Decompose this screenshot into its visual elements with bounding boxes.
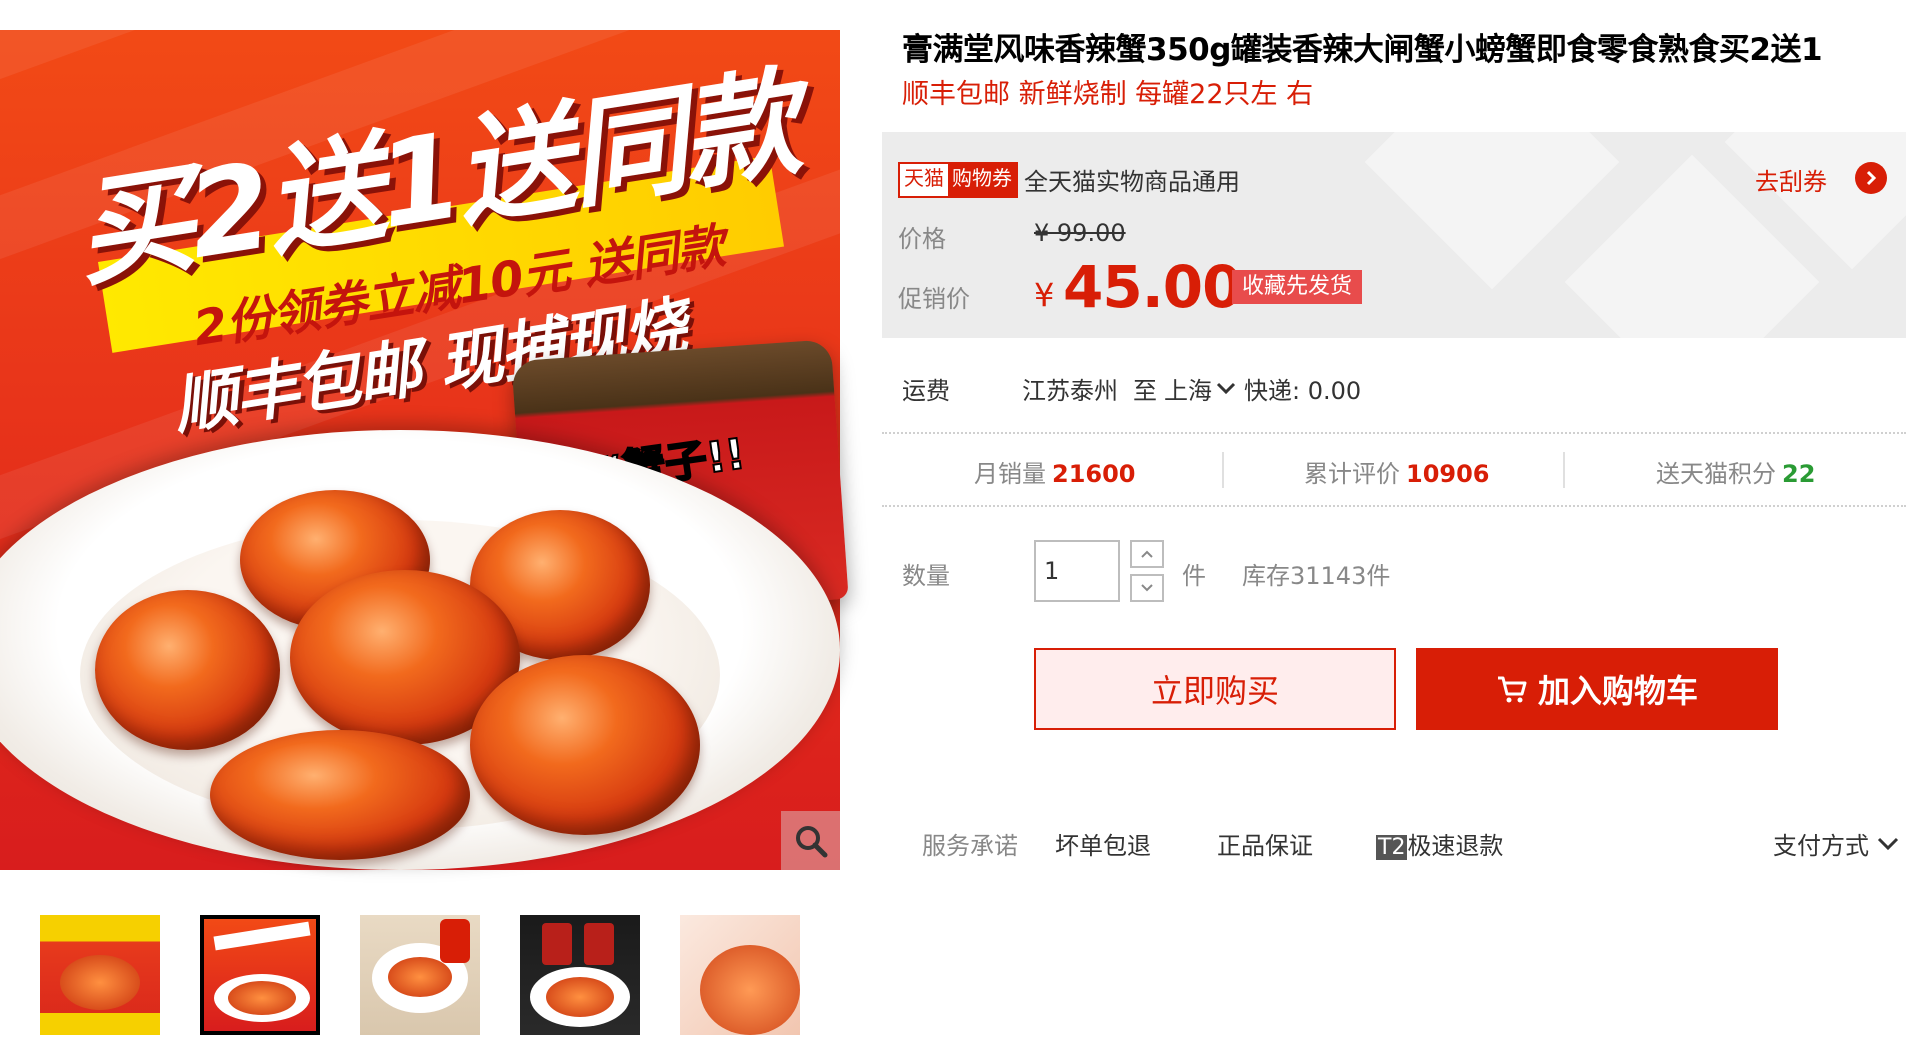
coupon-description: 全天猫实物商品通用 <box>1024 168 1240 196</box>
quantity-increase-button[interactable] <box>1130 540 1164 568</box>
promo-price-label: 促销价 <box>898 285 970 313</box>
monthly-sales-label: 月销量 <box>974 460 1046 488</box>
t2-badge: T2 <box>1376 835 1408 860</box>
points-label: 送天猫积分 <box>1656 460 1776 488</box>
thumbnail-5[interactable] <box>680 915 800 1035</box>
divider <box>882 505 1906 507</box>
express-fee: 快递: 0.00 <box>1244 377 1362 405</box>
product-title: 膏满堂风味香辣蟹350g罐装香辣大闸蟹小螃蟹即食零食熟食买2送1 <box>902 32 1823 68</box>
payment-methods-label: 支付方式 <box>1773 832 1869 860</box>
chevron-down-icon <box>1141 584 1153 592</box>
quantity-decrease-button[interactable] <box>1130 574 1164 602</box>
buy-now-label: 立即购买 <box>1150 672 1279 710</box>
shipping-destination-select[interactable]: 上海 <box>1164 371 1236 406</box>
fast-refund-label: 极速退款 <box>1407 832 1504 860</box>
reviews-label: 累计评价 <box>1304 460 1400 488</box>
crab <box>210 730 470 860</box>
badge-coupon: 购物券 <box>948 164 1016 196</box>
cart-icon <box>1497 676 1527 703</box>
chevron-down-icon <box>1216 382 1236 394</box>
thumbnail-1[interactable] <box>40 915 160 1035</box>
payment-methods-toggle[interactable]: 支付方式 <box>1773 826 1899 861</box>
thumbnail-2[interactable] <box>200 915 320 1035</box>
add-to-cart-label: 加入购物车 <box>1537 672 1698 710</box>
chevron-down-icon <box>1877 837 1899 850</box>
service-bad-return[interactable]: 坏单包退 <box>1055 826 1151 861</box>
crab <box>470 655 700 835</box>
chevron-right-icon[interactable] <box>1855 162 1887 194</box>
buy-now-button[interactable]: 立即购买 <box>1034 648 1396 730</box>
shipping-label: 运费 <box>902 377 950 405</box>
crab <box>95 590 280 750</box>
shipping-destination: 上海 <box>1164 377 1212 405</box>
monthly-sales-value: 21600 <box>1052 460 1136 488</box>
currency-symbol: ¥ <box>1034 276 1055 314</box>
price-label: 价格 <box>898 225 946 253</box>
thumbnail-4[interactable] <box>520 915 640 1035</box>
product-subtitle: 顺丰包邮 新鲜烧制 每罐22只左 右 <box>902 79 1314 110</box>
quantity-input[interactable] <box>1034 540 1120 602</box>
add-to-cart-button[interactable]: 加入购物车 <box>1416 648 1778 730</box>
zoom-button[interactable] <box>781 811 840 870</box>
divider <box>882 432 1906 434</box>
quantity-unit: 件 <box>1182 562 1206 590</box>
monthly-sales: 月销量 21600 <box>974 454 1136 489</box>
shipping-to-word: 至 <box>1133 377 1157 405</box>
service-fast-refund[interactable]: T2极速退款 <box>1376 826 1503 861</box>
tmall-coupon-badge: 天猫 购物券 <box>898 162 1018 198</box>
search-icon <box>795 825 827 857</box>
badge-tmall: 天猫 <box>900 164 948 196</box>
get-coupon-link[interactable]: 去刮券 <box>1755 162 1827 197</box>
promo-tag: 收藏先发货 <box>1232 270 1363 304</box>
chevron-up-icon <box>1141 550 1153 558</box>
stock-count: 库存31143件 <box>1242 562 1391 590</box>
points-value: 22 <box>1782 460 1816 488</box>
quantity-label: 数量 <box>902 562 950 590</box>
reviews-value: 10906 <box>1406 460 1490 488</box>
stat-separator <box>1222 452 1224 488</box>
service-promise-label: 服务承诺 <box>922 832 1018 860</box>
promo-price: 45.00 <box>1063 253 1242 321</box>
service-genuine[interactable]: 正品保证 <box>1217 826 1313 861</box>
original-price: ¥ 99.00 <box>1034 219 1126 247</box>
total-reviews[interactable]: 累计评价 10906 <box>1304 454 1490 489</box>
tmall-points: 送天猫积分 22 <box>1656 454 1815 489</box>
shipping-from: 江苏泰州 <box>1022 377 1118 405</box>
stat-separator <box>1563 452 1565 488</box>
thumbnail-3[interactable] <box>360 915 480 1035</box>
